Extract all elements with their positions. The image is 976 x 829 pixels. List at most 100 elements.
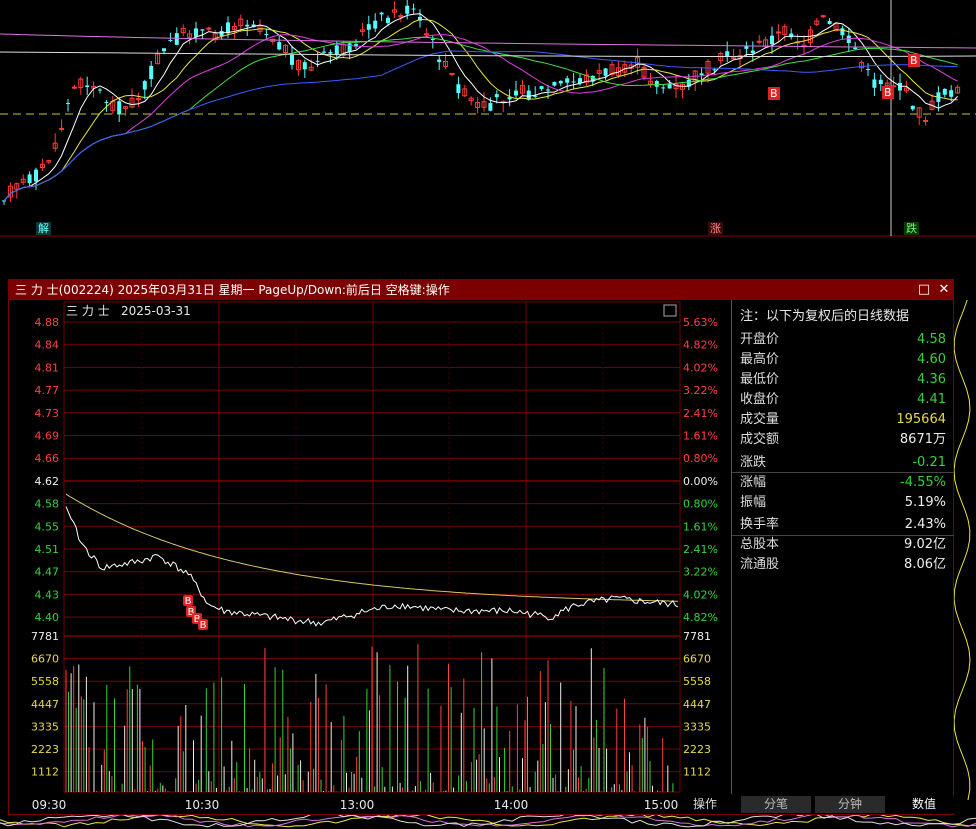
sell-marker-right: B (882, 86, 894, 99)
info-row: 成交额 8671万 (740, 430, 946, 450)
intraday-popup-window: 三 力 士(002224) 2025年03月31日 星期一 PageUp/Dow… (8, 279, 959, 816)
pct-tick: 1.61% (683, 520, 718, 533)
volume-tick-right: 4447 (683, 698, 711, 711)
info-row-label: 涨跌 (740, 455, 767, 470)
pct-tick: 4.02% (683, 588, 718, 601)
volume-tick-right: 7781 (683, 630, 711, 643)
info-row-value: 4.60 (917, 352, 946, 367)
info-divider (732, 535, 954, 536)
time-label: 13:00 (340, 798, 375, 812)
info-row: 收盘价 4.41 (740, 390, 946, 410)
volume-tick: 5558 (31, 675, 59, 688)
info-row-label: 最低价 (740, 372, 780, 387)
volume-tick: 3335 (31, 720, 59, 733)
info-row-value: -4.55% (900, 475, 946, 490)
popup-title-bar[interactable]: 三 力 士(002224) 2025年03月31日 星期一 PageUp/Dow… (9, 280, 953, 300)
tab-shuju[interactable]: 数值 (889, 796, 959, 813)
svg-text:B: B (185, 596, 192, 607)
info-row-label: 总股本 (740, 537, 780, 552)
info-row-label: 最高价 (740, 352, 780, 367)
maximize-icon[interactable]: □ (915, 280, 933, 300)
info-row-label: 流通股 (740, 557, 780, 572)
panel-tabs: 分笔 分钟 数值 (731, 794, 959, 814)
buy-signal-marker: B (198, 619, 208, 631)
svg-text:B: B (200, 620, 207, 631)
time-label: 15:00 (644, 798, 679, 812)
price-tick: 4.58 (35, 498, 60, 511)
pct-tick: 4.82% (683, 611, 718, 624)
price-tick: 4.62 (35, 475, 60, 488)
info-row-value: 4.41 (917, 392, 946, 407)
pct-tick: 0.80% (683, 498, 718, 511)
price-tick: 4.51 (35, 543, 60, 556)
info-row-value: 9.02亿 (904, 537, 946, 552)
price-tick: 4.47 (35, 566, 60, 579)
buy-marker-left: B (768, 87, 780, 100)
tab-fenbi[interactable]: 分笔 (741, 796, 811, 813)
info-row: 涨跌 -0.21 (740, 453, 946, 473)
pct-tick: 0.80% (683, 452, 718, 465)
price-tick: 4.73 (35, 407, 60, 420)
limit-up-marker: 涨 (708, 222, 723, 235)
info-row: 总股本 9.02亿 (740, 535, 946, 555)
price-tick: 4.77 (35, 384, 60, 397)
info-row-value: 4.36 (917, 372, 946, 387)
info-row: 最高价 4.60 (740, 350, 946, 370)
volume-tick: 4447 (31, 698, 59, 711)
tab-fenzhong[interactable]: 分钟 (815, 796, 885, 813)
info-row-value: 2.43% (904, 517, 946, 532)
price-tick: 4.84 (35, 339, 60, 352)
info-row-label: 开盘价 (740, 332, 780, 347)
info-row-label: 成交额 (740, 432, 780, 447)
info-row-value: 4.58 (917, 332, 946, 347)
avg-price-line (65, 493, 678, 602)
pct-tick: 3.22% (683, 384, 718, 397)
price-tick: 4.81 (35, 361, 60, 374)
daily-info-panel: 注：以下为复权后的日线数据 开盘价 4.58 最高价 4.60 最低价 4.36 收盘价 4.… (731, 300, 954, 794)
info-row: 成交量 195664 (740, 410, 946, 430)
info-row-value: 195664 (896, 412, 946, 427)
info-row: 流通股 8.06亿 (740, 555, 946, 575)
info-row: 开盘价 4.58 (740, 330, 946, 350)
volume-tick-right: 3335 (683, 720, 711, 733)
info-header: 注：以下为复权后的日线数据 (740, 309, 910, 324)
pct-tick: 5.63% (683, 316, 718, 329)
info-row-value: 8671万 (899, 432, 946, 447)
volume-tick-right: 6670 (683, 653, 711, 666)
unlock-marker: 解 (36, 222, 51, 235)
info-row-label: 收盘价 (740, 392, 780, 407)
price-tick: 4.66 (35, 452, 60, 465)
info-row: 涨幅 -4.55% (740, 473, 946, 493)
buy-signal-marker: B (183, 595, 193, 607)
volume-tick-right: 1112 (683, 766, 711, 779)
info-row-value: -0.21 (912, 455, 946, 470)
price-tick: 4.88 (35, 316, 60, 329)
intraday-chart[interactable]: 三 力 士 2025-03-31 4.88 5.63% 4.84 4.82% 4.81 4.0… (9, 300, 731, 816)
info-row: 换手率 2.43% (740, 515, 946, 535)
popup-title: 三 力 士(002224) 2025年03月31日 星期一 PageUp/Dow… (15, 283, 450, 297)
info-row: 最低价 4.36 (740, 370, 946, 390)
pct-tick: 2.41% (683, 407, 718, 420)
close-icon[interactable]: ✕ (935, 280, 953, 300)
info-row-value: 8.06亿 (904, 557, 946, 572)
price-line (65, 506, 679, 627)
volume-tick: 2223 (31, 743, 59, 756)
volume-tick-right: 2223 (683, 743, 711, 756)
volume-tick: 7781 (31, 630, 59, 643)
pct-tick: 4.82% (683, 339, 718, 352)
buy-marker-right: B (908, 54, 920, 67)
volume-tick: 6670 (31, 653, 59, 666)
pct-tick: 2.41% (683, 543, 718, 556)
info-row-label: 涨幅 (740, 475, 767, 490)
price-tick: 4.55 (35, 520, 60, 533)
info-row-label: 成交量 (740, 412, 780, 427)
volume-tick: 1112 (31, 766, 59, 779)
info-row-value: 5.19% (904, 495, 946, 510)
chart-toggle-icon[interactable] (663, 304, 677, 317)
limit-down-marker: 跌 (904, 222, 919, 235)
volume-tick-right: 5558 (683, 675, 711, 688)
operation-button[interactable]: 操作 (685, 794, 725, 814)
time-label: 10:30 (185, 798, 220, 812)
info-row: 振幅 5.19% (740, 493, 946, 513)
chart-date-label: 2025-03-31 (121, 304, 191, 318)
